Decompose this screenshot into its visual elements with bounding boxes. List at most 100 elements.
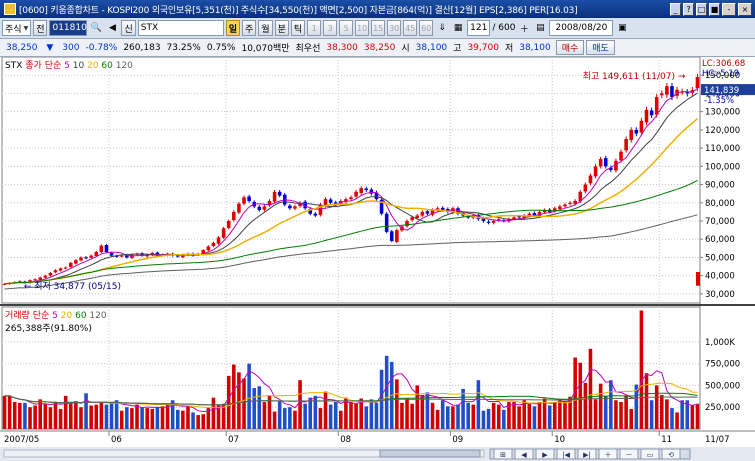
chart-toolbar: 주식 ▼ 전 011810 🔍 ◀ 신 STX 일 주 월 분 틱 1 3 5 1… [0,18,755,39]
settings-grid-icon[interactable]: ▦ [451,21,465,35]
down-arrow-icon: ▼ [46,42,54,53]
minute-30-button[interactable]: 30 [387,20,402,36]
candle-body [624,139,628,151]
period-month-button[interactable]: 월 [258,20,273,36]
candle-body [216,237,221,244]
market-select[interactable]: 주식 ▼ [2,20,32,36]
candle-body [629,129,634,141]
volume-bar [303,403,307,429]
prev-button[interactable]: 전 [33,20,48,36]
price-tick-label: 40,000 [705,272,735,282]
price-tick-label: 80,000 [705,199,735,209]
stock-code-input[interactable]: 011810 [49,20,88,36]
audio-icon[interactable]: ◀ [105,21,119,35]
candle-body [104,245,109,252]
vol-legend-ma60: 60 [75,311,87,321]
chart-nav-icon: ◀ [521,451,527,459]
volume-bar [395,379,399,429]
period-week-button[interactable]: 주 [242,20,257,36]
minimize-button[interactable]: - [722,2,736,16]
best-quote-label: 최우선 [295,44,321,54]
volume-bar [272,411,277,429]
volume-bar [609,380,613,429]
volume-bar [466,402,470,429]
chart-nav-icon: ＋ [605,451,612,459]
period-day-button[interactable]: 일 [225,20,241,36]
candle-body [695,77,700,89]
minute-1-button[interactable]: 1 [307,20,322,36]
calendar-icon[interactable]: ▤ [533,21,547,35]
candle-body [313,213,318,216]
search-icon[interactable]: 🔍 [89,21,103,35]
minute-3-button[interactable]: 3 [323,20,338,36]
volume-bar [33,405,37,429]
volume-bar [502,409,506,429]
bid-price: 38,250 [363,42,396,53]
volume-bar [135,404,139,429]
candle-body [328,199,333,203]
volume-bar [660,395,664,429]
chart-title: STX [5,61,23,71]
volume-bar [68,403,73,429]
minimize-small-icon[interactable]: _ [670,2,681,16]
candle-body [603,158,608,167]
open-price: 38,100 [415,42,448,53]
buy-button[interactable]: 매수 [555,40,585,55]
minute-60-button[interactable]: 60 [419,20,434,36]
volume-bar [201,414,206,429]
candle-body [593,166,598,177]
volume-bar [675,412,679,429]
chart-area[interactable]: 30,000 40,000 50,000 60,000 70,000 80,000 90,0… [0,57,755,461]
candle-body [293,206,297,209]
candle-body [359,188,363,194]
new-button[interactable]: 신 [121,20,136,36]
minute-45-button[interactable]: 45 [403,20,418,36]
volume-bar [114,400,119,429]
volume-bar [84,393,88,429]
legend-ma5: 5 [64,61,70,71]
data-count-input[interactable]: 121 [467,20,491,36]
price-tick-label: 100,000 [705,162,740,172]
volume-bar [410,403,414,429]
period-minute-button[interactable]: 분 [274,20,289,36]
candle-body [369,189,374,194]
volume-bar [486,408,491,429]
stock-name-field[interactable]: STX [137,20,224,36]
date-input[interactable]: 2008/08/20 [549,20,614,36]
volume-bar [211,397,216,429]
arrow-down-icon[interactable]: ⇓ [435,21,449,35]
close-button[interactable]: × [738,2,752,16]
minute-15-button[interactable]: 15 [371,20,386,36]
lock-icon[interactable]: ▣ [615,21,629,35]
volume-bar [415,385,420,429]
volume-bar [532,406,537,429]
x-tick-label: 07 [228,435,239,445]
candle-body [84,257,88,259]
chart-nav-icon: － [626,451,633,459]
volume-bar [354,403,358,429]
period-tick-button[interactable]: 틱 [290,20,306,36]
candle-body [644,109,649,123]
lc-label: LC:306.68 [702,59,745,69]
price-legend: STX 종가 단순 5 10 20 60 120 [5,58,133,71]
chart-nav-icon: ⊞ [500,451,506,459]
volume-bar [186,405,190,429]
volume-bar [257,386,262,429]
zoom-in-icon[interactable]: ＋ [517,21,531,35]
volume-bar [654,385,659,429]
minute-5-button[interactable]: 5 [339,20,354,36]
restore-small-icon[interactable]: □ [696,2,707,16]
minute-10-button[interactable]: 10 [355,20,370,36]
volume-bar [58,408,63,429]
sell-button[interactable]: 매도 [586,40,615,55]
pin-icon[interactable]: ■ [709,2,720,16]
volume-bar [308,397,313,429]
trade-amount: 10,070백만 [241,44,290,54]
volume-bar [400,402,404,429]
chart-canvas[interactable]: 30,000 40,000 50,000 60,000 70,000 80,000 90,0… [0,57,755,461]
candle-body [48,272,53,276]
candle-body [262,206,267,210]
app-icon [4,3,16,15]
help-icon[interactable]: ? [683,2,694,16]
candle-body [206,246,211,251]
